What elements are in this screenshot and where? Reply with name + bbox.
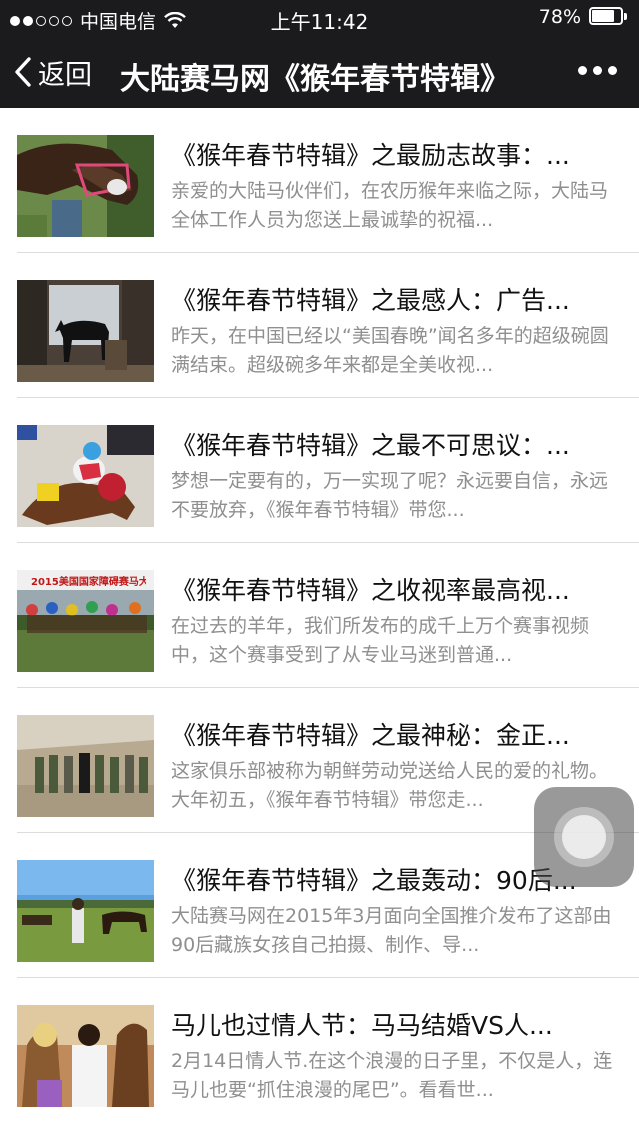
grassland-horses-image bbox=[17, 860, 154, 962]
riding-club-group-image bbox=[17, 715, 154, 817]
article-item[interactable]: 《猴年春节特辑》之最感人：广告... 昨天，在中国已经以“美国春晚”闻名多年的超… bbox=[0, 253, 639, 398]
horse-wedding-image bbox=[17, 1005, 154, 1107]
status-bar: 中国电信 上午11:42 78% bbox=[0, 0, 639, 36]
article-summary: 在过去的羊年，我们所发布的成千上万个赛事视频中，这个赛事受到了从专业马迷到普通.… bbox=[171, 615, 590, 666]
more-dots-icon[interactable] bbox=[578, 66, 617, 75]
article-thumbnail bbox=[17, 425, 154, 527]
back-button[interactable]: 返回 bbox=[14, 54, 92, 91]
battery-icon bbox=[589, 7, 629, 27]
article-title: 《猴年春节特辑》之最励志故事：... bbox=[171, 141, 570, 170]
article-thumbnail bbox=[17, 135, 154, 237]
article-summary: 梦想一定要有的，万一实现了呢？永远要自信，永远不要放弃，《猴年春节特辑》带您..… bbox=[171, 470, 609, 521]
navigation-bar: 返回 大陆赛马网《猴年春节特辑》 bbox=[0, 36, 639, 108]
article-item[interactable]: 马儿也过情人节：马马结婚VS人... 2月14日情人节.在这个浪漫的日子里，不仅… bbox=[0, 978, 639, 1123]
stable-horse-image bbox=[17, 280, 154, 382]
article-title: 《猴年春节特辑》之最不可思议：... bbox=[171, 431, 570, 460]
article-title: 马儿也过情人节：马马结婚VS人... bbox=[171, 1011, 553, 1040]
battery-percent: 78% bbox=[538, 6, 581, 28]
article-thumbnail: 2015美国国家障碍赛马大赛 bbox=[17, 570, 154, 672]
article-list: 《猴年春节特辑》之最励志故事：... 亲爱的大陆马伙伴们，在农历猴年来临之际，大… bbox=[0, 108, 639, 1123]
article-summary: 大陆赛马网在2015年3月面向全国推介发布了这部由90后藏族女孩自己拍摄、制作、… bbox=[171, 905, 612, 956]
article-summary: 亲爱的大陆马伙伴们，在农历猴年来临之际，大陆马全体工作人员为您送上最诚挚的祝福.… bbox=[171, 180, 609, 231]
article-item[interactable]: 2015美国国家障碍赛马大赛 《猴年春节特辑》之收视率最高视... 在过去的羊年… bbox=[0, 543, 639, 688]
article-thumbnail bbox=[17, 1005, 154, 1107]
jockey-racing-image bbox=[17, 425, 154, 527]
article-thumbnail bbox=[17, 280, 154, 382]
article-summary: 2月14日情人节.在这个浪漫的日子里，不仅是人，连马儿也要“抓住浪漫的尾巴”。看… bbox=[171, 1050, 613, 1101]
article-title: 《猴年春节特辑》之最神秘：金正... bbox=[171, 721, 570, 750]
article-thumbnail bbox=[17, 860, 154, 962]
article-summary: 昨天，在中国已经以“美国春晚”闻名多年的超级碗圆满结束。超级碗多年来都是全美收视… bbox=[171, 325, 609, 376]
horse-head-image bbox=[17, 135, 154, 237]
back-label: 返回 bbox=[38, 59, 92, 91]
article-item[interactable]: 《猴年春节特辑》之最励志故事：... 亲爱的大陆马伙伴们，在农历猴年来临之际，大… bbox=[0, 108, 639, 253]
article-title: 《猴年春节特辑》之最感人：广告... bbox=[171, 286, 570, 315]
article-title: 《猴年春节特辑》之收视率最高视... bbox=[171, 576, 570, 605]
assistive-touch-button[interactable] bbox=[534, 787, 634, 887]
page-title: 大陆赛马网《猴年春节特辑》 bbox=[120, 62, 510, 97]
article-item[interactable]: 《猴年春节特辑》之最不可思议：... 梦想一定要有的，万一实现了呢？永远要自信，… bbox=[0, 398, 639, 543]
status-right: 78% bbox=[539, 6, 629, 28]
thumbnail-banner-text: 2015美国国家障碍赛马大赛 bbox=[31, 577, 146, 587]
article-thumbnail bbox=[17, 715, 154, 817]
chevron-left-icon bbox=[15, 57, 31, 87]
